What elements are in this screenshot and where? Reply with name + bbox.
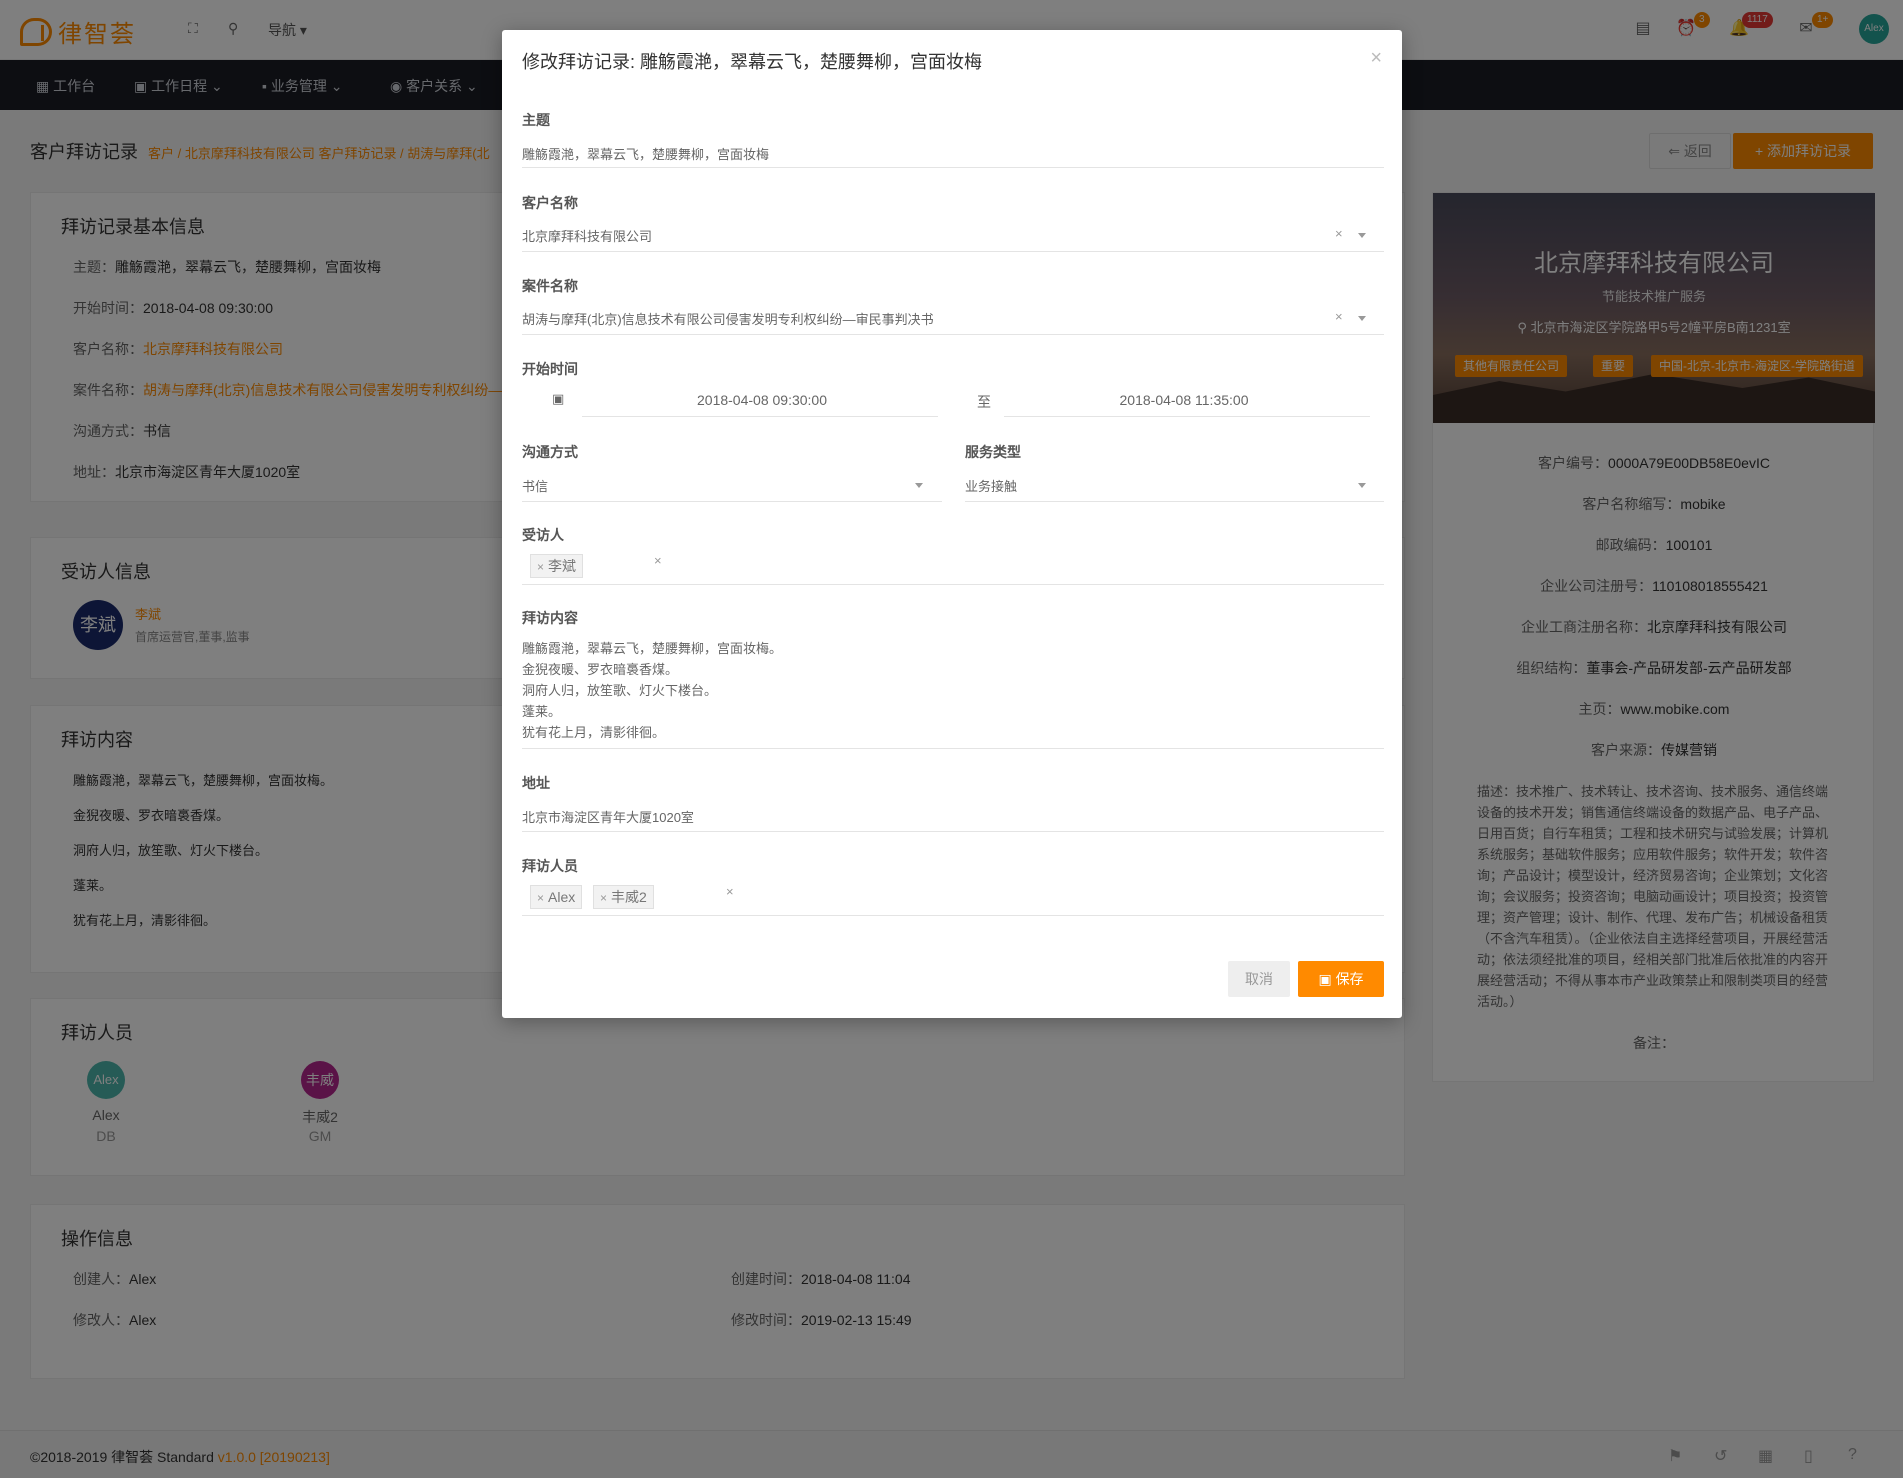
visitor-chip-label: 丰威2 <box>611 889 647 905</box>
time-separator: 至 <box>977 394 991 410</box>
service-label: 服务类型 <box>965 444 1021 460</box>
page: 律智荟 ⛶ ⚲ 导航 ▾ ▤ ⏰ 3 🔔 1117 ✉ 1+ Alex ▦ 工作… <box>0 0 1903 1478</box>
save-button[interactable]: ▣ 保存 <box>1298 961 1384 997</box>
visitee-field-label: 受访人 <box>522 527 564 543</box>
save-label: 保存 <box>1335 971 1364 987</box>
visitors-clear-icon[interactable]: × <box>726 884 734 899</box>
method-label: 沟通方式 <box>522 444 578 460</box>
method-caret-icon[interactable] <box>915 483 923 488</box>
client-clear-icon[interactable]: × <box>1335 226 1343 241</box>
case-underline <box>522 334 1384 335</box>
client-caret-icon[interactable] <box>1358 233 1366 238</box>
subject-underline <box>522 167 1384 168</box>
edit-visit-modal: 修改拜访记录: 雕觞霞滟，翠幕云飞，楚腰舞柳，宫面妆梅 × 主题 雕觞霞滟，翠幕… <box>502 30 1402 1018</box>
visitee-underline <box>522 584 1384 585</box>
visitor-chip[interactable]: × Alex <box>530 885 583 909</box>
visitors-underline <box>522 915 1384 916</box>
client-select[interactable]: 北京摩拜科技有限公司 <box>522 226 652 245</box>
close-icon[interactable]: × <box>1370 48 1382 68</box>
client-label: 客户名称 <box>522 195 578 211</box>
calendar-icon[interactable]: ▣ <box>552 391 564 407</box>
chip-remove-icon[interactable]: × <box>600 891 607 905</box>
case-label: 案件名称 <box>522 278 578 294</box>
service-underline <box>965 501 1384 502</box>
visitor-chip[interactable]: × 丰威2 <box>593 885 654 909</box>
address-underline <box>522 831 1384 832</box>
visitee-chip[interactable]: × 李斌 <box>530 554 584 578</box>
case-select[interactable]: 胡涛与摩拜(北京)信息技术有限公司侵害发明专利权纠纷—审民事判决书 <box>522 309 934 328</box>
content-underline <box>522 748 1384 749</box>
method-underline <box>522 501 942 502</box>
client-underline <box>522 251 1384 252</box>
visitors-field-label: 拜访人员 <box>522 858 578 874</box>
cancel-button[interactable]: 取消 <box>1228 961 1290 997</box>
content-textarea[interactable]: 雕觞霞滟，翠幕云飞，楚腰舞柳，宫面妆梅。 金猊夜暖、罗衣暗裛香煤。 洞府人归，放… <box>522 638 782 743</box>
chip-remove-icon[interactable]: × <box>537 560 544 574</box>
visitor-chip-label: Alex <box>548 889 576 905</box>
start-time-input[interactable]: 2018-04-08 09:30:00 <box>582 392 942 408</box>
subject-label: 主题 <box>522 112 550 128</box>
address-input[interactable]: 北京市海淀区青年大厦1020室 <box>522 807 694 826</box>
start-time-underline <box>582 416 938 417</box>
content-field-label: 拜访内容 <box>522 610 578 626</box>
visitee-clear-icon[interactable]: × <box>654 553 662 568</box>
addr-field-label: 地址 <box>522 775 550 791</box>
save-icon: ▣ <box>1318 971 1332 987</box>
end-time-underline <box>1004 416 1370 417</box>
case-clear-icon[interactable]: × <box>1335 309 1343 324</box>
service-caret-icon[interactable] <box>1358 483 1366 488</box>
case-caret-icon[interactable] <box>1358 316 1366 321</box>
time-label: 开始时间 <box>522 361 578 377</box>
subject-input[interactable]: 雕觞霞滟，翠幕云飞，楚腰舞柳，宫面妆梅 <box>522 144 769 163</box>
service-select[interactable]: 业务接触 <box>965 476 1017 495</box>
chip-remove-icon[interactable]: × <box>537 891 544 905</box>
method-select[interactable]: 书信 <box>522 476 548 495</box>
end-time-input[interactable]: 2018-04-08 11:35:00 <box>1004 392 1364 408</box>
visitee-chip-label: 李斌 <box>548 558 577 574</box>
modal-title: 修改拜访记录: 雕觞霞滟，翠幕云飞，楚腰舞柳，宫面妆梅 <box>522 52 982 72</box>
